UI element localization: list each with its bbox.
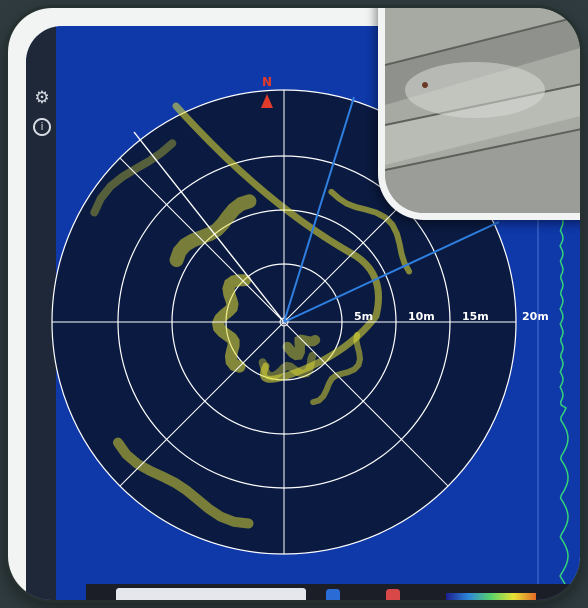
range-label-20m: 20m: [522, 310, 549, 323]
taskbar: [86, 584, 580, 600]
device-frame: ⚙ i N 5m 10m 15m 20m: [8, 8, 580, 600]
depth-profile-trace: [559, 215, 569, 586]
range-label-15m: 15m: [462, 310, 489, 323]
search-box[interactable]: [116, 588, 306, 600]
range-label-10m: 10m: [408, 310, 435, 323]
app-icon-1[interactable]: [326, 589, 340, 600]
inset-photo-wooden-deck: [378, 8, 580, 220]
app-icon-2[interactable]: [386, 589, 400, 600]
color-scale-legend: [446, 593, 536, 600]
compass-north-label: N: [262, 75, 272, 89]
range-label-5m: 5m: [354, 310, 373, 323]
